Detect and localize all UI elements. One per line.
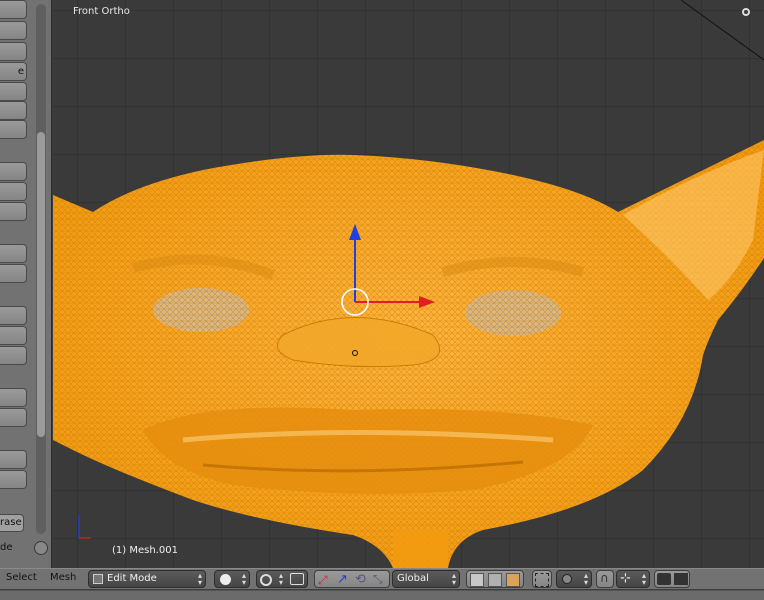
dropdown-arrows-icon: ▴ ▾: [641, 571, 646, 587]
shelf-button-label: e: [17, 66, 24, 77]
limit-selection-icon[interactable]: [535, 573, 549, 587]
dropdown-arrows-icon: ▴ ▾: [241, 571, 246, 587]
3d-viewport[interactable]: Front Ortho (1) Mesh.001: [53, 0, 764, 568]
dropdown-arrows-icon: ▴ ▾: [197, 571, 202, 587]
blender-window: e rase de Front Ortho (1) Mesh.001 Selec…: [0, 0, 764, 600]
shelf-button[interactable]: [0, 388, 27, 407]
mode-dropdown-value: Edit Mode: [107, 573, 157, 584]
magnet-icon[interactable]: ∩: [600, 571, 609, 585]
shelf-button[interactable]: [0, 450, 27, 469]
dropdown-arrows-icon: ▴ ▾: [278, 571, 283, 587]
translate-icon[interactable]: ↗: [337, 572, 348, 587]
orientation-dropdown[interactable]: Global ▴ ▾: [392, 570, 460, 588]
rotate-icon[interactable]: ⟲: [355, 572, 366, 587]
mesh-render: [53, 0, 764, 568]
occlude-group: [532, 570, 552, 588]
tool-shelf: e rase de: [0, 0, 52, 568]
select-mode-group: [466, 570, 524, 588]
opengl-animation-icon[interactable]: [674, 573, 688, 585]
shelf-button[interactable]: [0, 346, 27, 365]
menu-select[interactable]: Select: [6, 572, 37, 583]
object-name-label: (1) Mesh.001: [112, 545, 178, 556]
shelf-button[interactable]: [0, 101, 27, 120]
pivot-icon: [260, 574, 272, 586]
render-buttons-group: [654, 570, 690, 588]
shelf-button[interactable]: [0, 82, 27, 101]
orientation-value: Global: [397, 573, 429, 584]
shelf-button[interactable]: [0, 21, 27, 40]
mesh-neck: [393, 530, 448, 568]
shelf-button[interactable]: [0, 408, 27, 427]
proportional-edit-dropdown[interactable]: ▴ ▾: [556, 570, 592, 588]
shelf-button[interactable]: [0, 182, 27, 201]
shelf-button[interactable]: [0, 120, 27, 139]
view-options-icon[interactable]: [742, 8, 750, 16]
snap-element-dropdown[interactable]: ⊹ ▴ ▾: [616, 570, 650, 588]
view-label: Front Ortho: [73, 6, 130, 17]
edge-select-icon[interactable]: [488, 573, 502, 587]
vertex-select-icon[interactable]: [470, 573, 484, 587]
face-select-icon[interactable]: [506, 573, 520, 587]
shelf-button-cut[interactable]: e: [0, 62, 27, 81]
manipulator-group: ⤢ ↗ ⟲ ⤡: [314, 570, 390, 588]
edit-mode-icon: [93, 574, 103, 584]
shelf-button[interactable]: [0, 0, 27, 19]
erase-button[interactable]: rase: [0, 514, 24, 532]
manipulate-center-icon[interactable]: [290, 573, 304, 585]
pivot-point-dropdown[interactable]: ▴ ▾: [256, 570, 308, 588]
snap-increment-icon: ⊹: [620, 571, 631, 586]
viewport-shading-dropdown[interactable]: ▴ ▾: [214, 570, 250, 588]
shelf-button[interactable]: [0, 162, 27, 181]
shelf-button[interactable]: [0, 470, 27, 489]
mode-dropdown[interactable]: Edit Mode ▴ ▾: [88, 570, 206, 588]
dropdown-arrows-icon: ▴ ▾: [583, 571, 588, 587]
shelf-mode-label: de: [0, 542, 13, 553]
shelf-scrollbar-thumb[interactable]: [37, 132, 45, 437]
snap-toggle-group: ∩: [596, 570, 614, 588]
viewport-header: Select Mesh Edit Mode ▴ ▾ ▴ ▾ ▴ ▾ ⤢ ↗ ⟲ ⤡ G…: [0, 568, 764, 589]
menu-mesh[interactable]: Mesh: [50, 572, 76, 583]
shelf-button[interactable]: [0, 244, 27, 263]
shelf-button[interactable]: [0, 202, 27, 221]
shelf-toggle-button[interactable]: [34, 541, 48, 555]
status-bar: [0, 590, 764, 600]
shelf-button[interactable]: [0, 326, 27, 345]
shading-solid-icon: [220, 574, 231, 585]
shelf-button[interactable]: [0, 42, 27, 61]
view-edge-line: [680, 0, 764, 61]
dropdown-arrows-icon: ▴ ▾: [451, 571, 456, 587]
manipulator-toggle-icon[interactable]: ⤢: [318, 573, 328, 588]
opengl-render-icon[interactable]: [657, 573, 671, 585]
shelf-button[interactable]: [0, 306, 27, 325]
scale-icon[interactable]: ⤡: [373, 572, 383, 587]
erase-button-label: rase: [0, 517, 22, 528]
proportional-edit-icon: [562, 574, 572, 584]
shelf-button[interactable]: [0, 264, 27, 283]
